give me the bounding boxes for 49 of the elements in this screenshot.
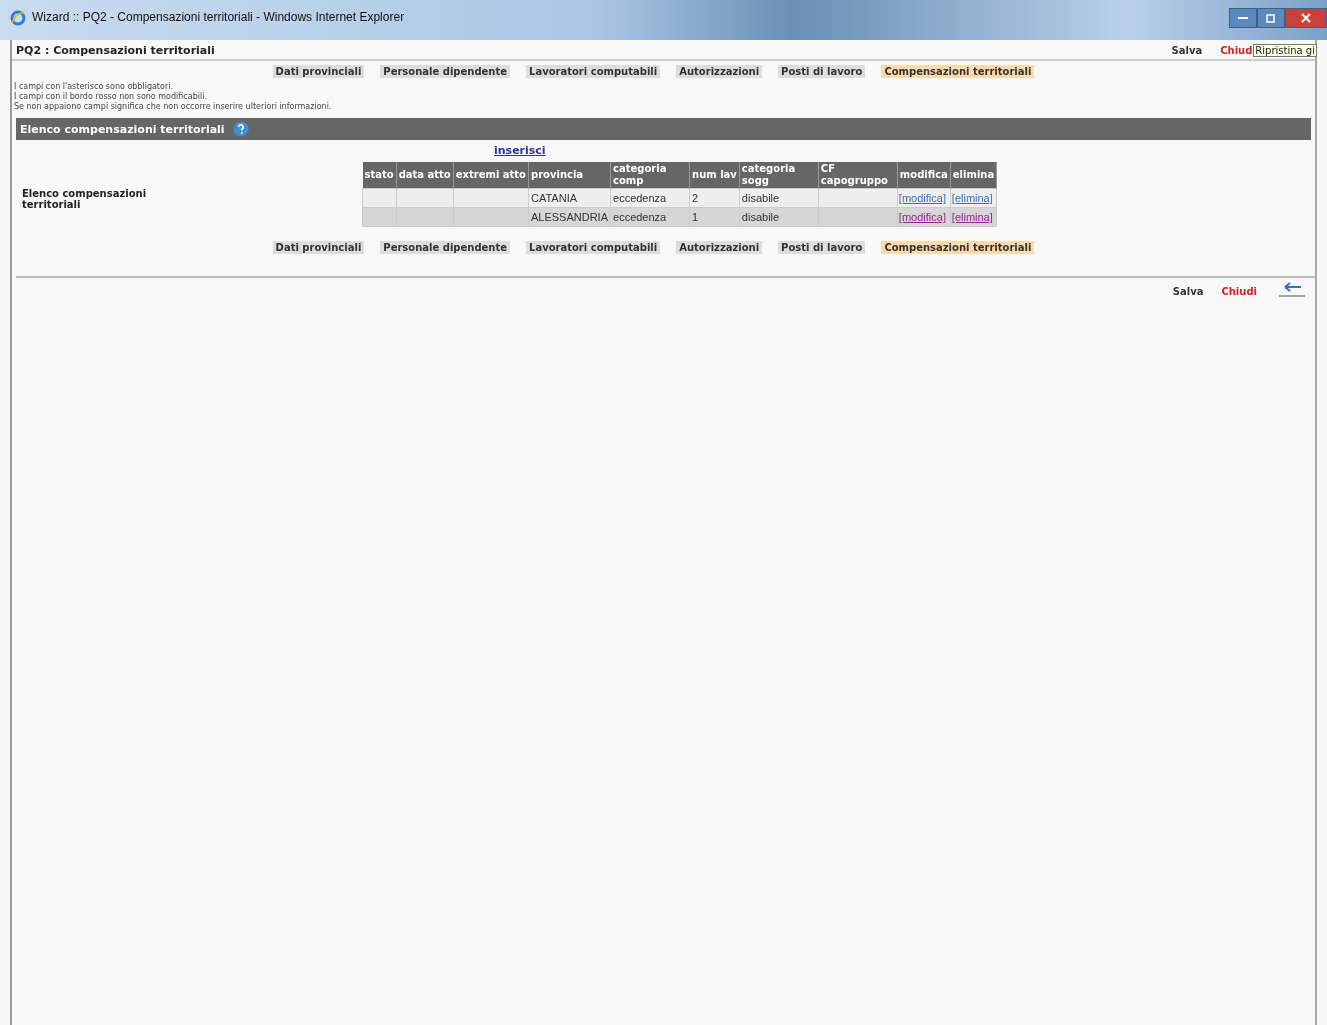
- wizard-tab[interactable]: Autorizzazioni: [676, 65, 763, 78]
- minimize-button[interactable]: [1229, 8, 1257, 28]
- column-header: elimina: [950, 162, 997, 189]
- wizard-tab[interactable]: Lavoratori computabili: [526, 65, 661, 78]
- browser-logo-icon: [10, 10, 26, 26]
- column-header: modifica: [897, 162, 951, 189]
- action-link[interactable]: Chiud: [1220, 45, 1253, 56]
- close-button[interactable]: [1285, 8, 1327, 28]
- table-cell: eccedenza: [610, 188, 690, 208]
- action-link[interactable]: Salva: [1171, 45, 1203, 56]
- wizard-tab[interactable]: Dati provinciali: [272, 65, 365, 78]
- column-header: categoria sogg: [739, 162, 819, 189]
- wizard-tab[interactable]: Personale dipendente: [380, 65, 511, 78]
- minimize-icon: [1238, 16, 1248, 20]
- window-title: Wizard :: PQ2 - Compensazioni territoriali - Windows Internet Explorer: [32, 10, 405, 24]
- table-cell: CATANIA: [528, 188, 611, 208]
- help-icon[interactable]: [232, 121, 249, 137]
- column-header: stato: [362, 162, 397, 189]
- column-header: data atto: [396, 162, 454, 189]
- field-label: Elenco compensazioni territoriali: [21, 187, 148, 212]
- table-cell: [362, 188, 397, 208]
- tooltip: Ripristina gi: [1253, 44, 1317, 57]
- wizard-tab[interactable]: Dati provinciali: [272, 241, 365, 254]
- wizard-tab[interactable]: Posti di lavoro: [778, 65, 866, 78]
- section-title: Elenco compensazioni territoriali: [20, 122, 225, 136]
- table-cell: [396, 188, 454, 208]
- insert-link[interactable]: inserisci: [494, 144, 998, 157]
- instruction-text: I campi con l'asterisco sono obbligatori.: [14, 82, 174, 92]
- instruction-text: I campi con il bordo rosso non sono modificabili.: [14, 92, 208, 102]
- wizard-tab[interactable]: Lavoratori computabili: [526, 241, 661, 254]
- column-header: extremi atto: [453, 162, 529, 189]
- column-header: categoria comp: [610, 162, 690, 189]
- wizard-tab[interactable]: Compensazioni territoriali: [881, 241, 1035, 254]
- restore-button[interactable]: [1257, 8, 1285, 28]
- wizard-tab[interactable]: Compensazioni territoriali: [881, 65, 1035, 78]
- table-cell: disabile: [739, 188, 819, 208]
- instruction-text: Se non appaiono campi significa che non occorre inserire ulteriori informazioni.: [14, 102, 333, 112]
- column-header: num lav: [689, 162, 740, 189]
- wizard-tab[interactable]: Posti di lavoro: [778, 241, 866, 254]
- column-header: CF capogruppo: [818, 162, 898, 189]
- action-link[interactable]: Chiudi: [1221, 285, 1257, 297]
- column-header: provincia: [528, 162, 611, 189]
- wizard-tab[interactable]: Autorizzazioni: [676, 241, 763, 254]
- action-link[interactable]: Salva: [1172, 285, 1204, 297]
- wizard-tab[interactable]: Personale dipendente: [380, 241, 511, 254]
- close-icon: [1301, 13, 1311, 23]
- table-cell: 2: [689, 188, 740, 208]
- restore-icon: [1266, 13, 1276, 23]
- page-title: PQ2 : Compensazioni territoriali: [16, 44, 216, 57]
